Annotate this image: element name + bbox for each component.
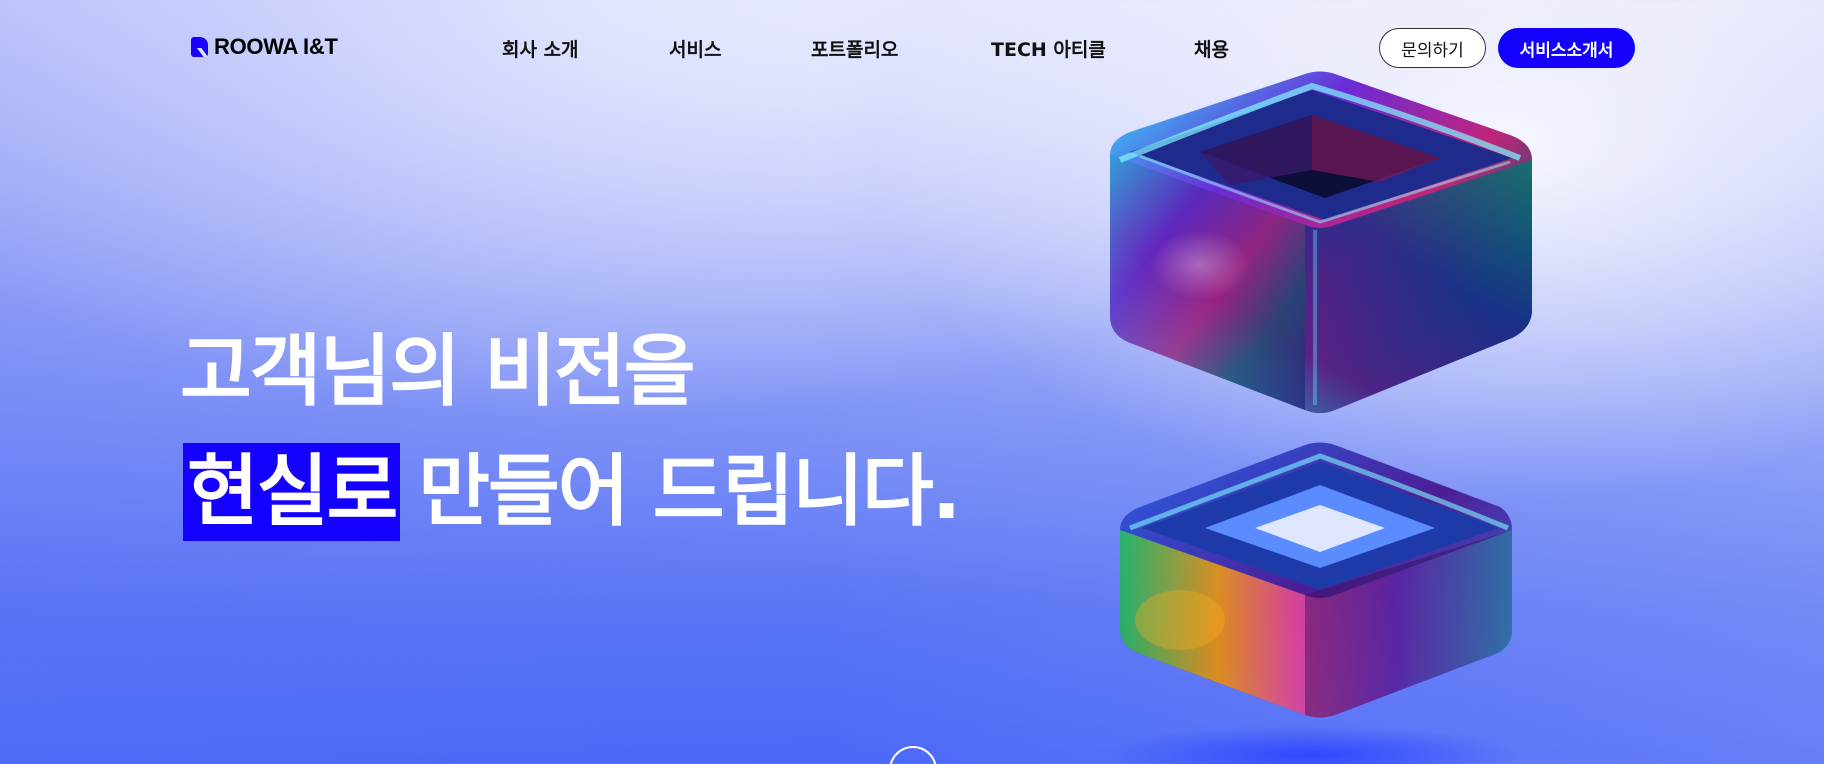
nav-item-portfolio[interactable]: 포트폴리오 xyxy=(811,35,898,62)
nav-item-services[interactable]: 서비스 xyxy=(669,35,721,62)
top-ring-shape xyxy=(1110,71,1532,413)
top-navbar: ROOWA I&T 회사 소개 서비스 포트폴리오 TECH 아티클 채용 문의… xyxy=(0,0,1824,96)
brand-logo[interactable]: ROOWA I&T xyxy=(191,34,338,59)
brand-logo-text: ROOWA I&T xyxy=(214,34,338,59)
nav-item-tech-articles[interactable]: TECH 아티클 xyxy=(991,35,1106,62)
nav-item-about[interactable]: 회사 소개 xyxy=(502,35,579,62)
hero-headline-line2: 현실로 만들어 드립니다. xyxy=(183,443,961,541)
contact-button[interactable]: 문의하기 xyxy=(1379,28,1486,68)
service-brochure-button[interactable]: 서비스소개서 xyxy=(1498,28,1635,68)
roowa-r-logo-icon xyxy=(191,37,208,57)
hero-headline-line1: 고객님의 비전을 xyxy=(180,327,695,417)
hero-headline-line2-rest: 만들어 드립니다. xyxy=(418,447,961,537)
nav-item-careers[interactable]: 채용 xyxy=(1194,35,1229,62)
bottom-ring-shape xyxy=(1120,442,1512,718)
hero-highlight-word: 현실로 xyxy=(183,443,401,541)
hero-3d-illustration xyxy=(1110,71,1532,718)
